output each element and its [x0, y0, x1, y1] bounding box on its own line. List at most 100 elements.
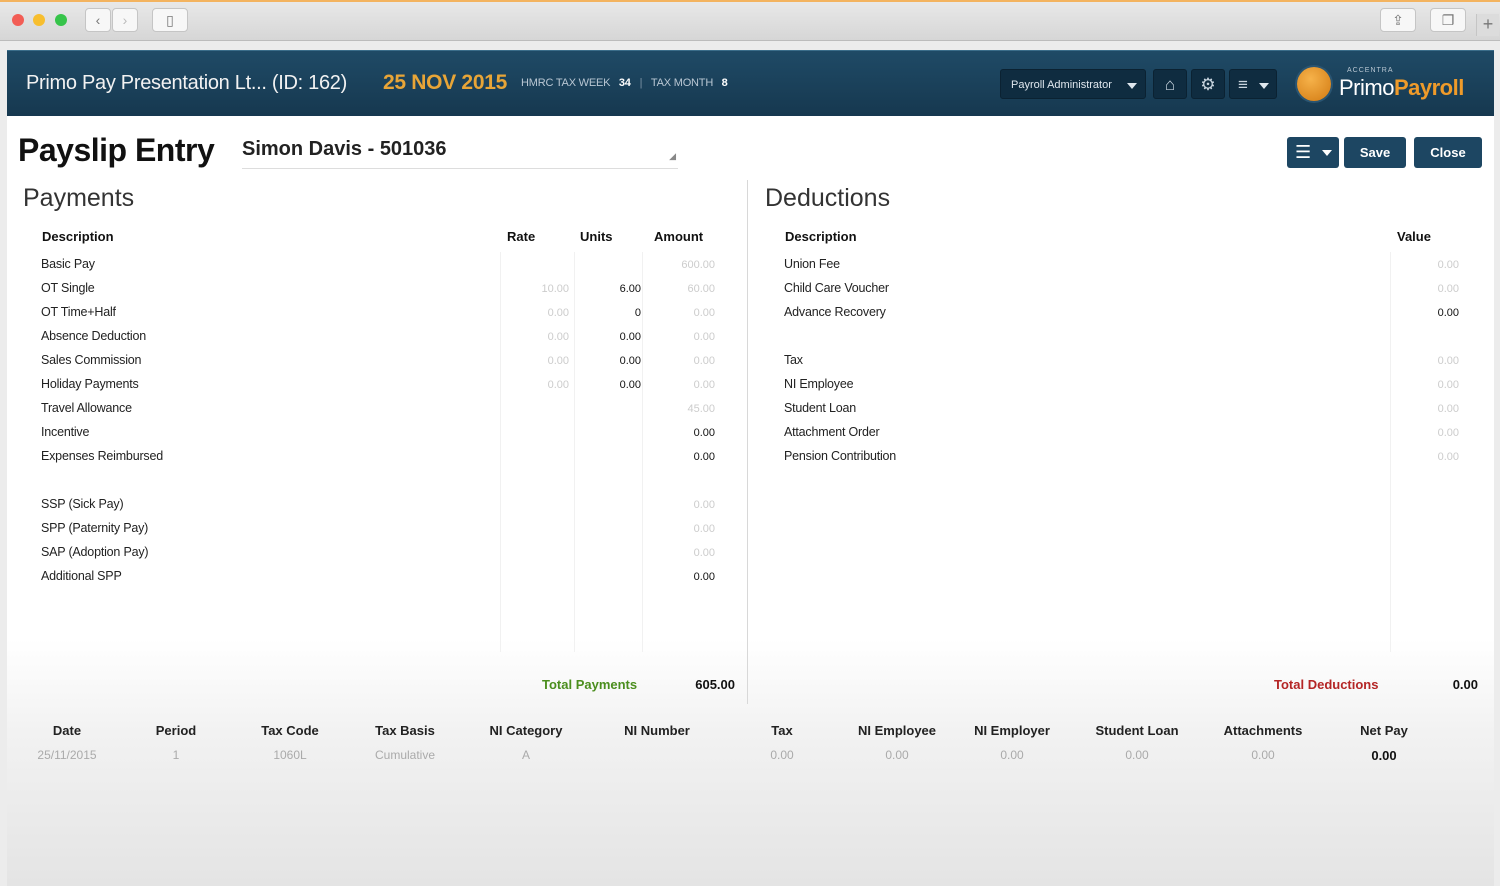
deduction-value-field[interactable]: 0.00: [1399, 355, 1459, 367]
summary-col-header: Tax Code: [261, 723, 319, 738]
logo-tagline: ACCENTRA: [1347, 67, 1394, 74]
hamburger-icon: ☰: [1295, 142, 1312, 162]
payment-description: Sales Commission: [41, 353, 142, 367]
deduction-description: Student Loan: [784, 401, 856, 415]
close-button[interactable]: Close: [1414, 137, 1482, 168]
total-payments-label: Total Payments: [542, 677, 638, 692]
payment-amount-field[interactable]: 0.00: [655, 427, 715, 439]
company-name: Primo Pay Presentation Lt... (ID: 162): [26, 72, 347, 94]
payments-heading: Payments: [23, 184, 135, 212]
logo-word-primo: Primo: [1339, 75, 1394, 100]
logo-wordmark: PrimoPayroll: [1339, 75, 1464, 101]
payment-units-field[interactable]: 0.00: [581, 331, 641, 343]
zoom-window-button[interactable]: [55, 14, 67, 26]
payments-col-amount: Amount: [654, 229, 704, 244]
logo-mark-icon: [1297, 67, 1331, 101]
payment-description: Additional SPP: [41, 569, 122, 583]
summary-col-header: Attachments: [1223, 723, 1303, 738]
payment-amount-field[interactable]: 0.00: [655, 379, 715, 391]
payment-units-field[interactable]: 0.00: [581, 379, 641, 391]
column-divider: [1390, 252, 1391, 652]
separator: |: [639, 77, 643, 89]
save-button[interactable]: Save: [1344, 137, 1406, 168]
deduction-value-field[interactable]: 0.00: [1399, 427, 1459, 439]
deduction-value-field[interactable]: 0.00: [1399, 379, 1459, 391]
payment-amount-field[interactable]: 60.00: [655, 283, 715, 295]
logo-word-payroll: Payroll: [1393, 75, 1464, 100]
summary-col-header: Student Loan: [1095, 723, 1179, 738]
payment-units-field[interactable]: 0: [581, 307, 641, 319]
summary-col-header: Period: [155, 723, 197, 738]
deduction-value-field[interactable]: 0.00: [1399, 403, 1459, 415]
column-divider: [642, 252, 643, 652]
payment-amount-field[interactable]: 0.00: [655, 547, 715, 559]
summary-col-header: Tax: [771, 723, 793, 738]
deduction-value-field[interactable]: 0.00: [1399, 307, 1459, 319]
hmrc-week-value: 34: [618, 77, 631, 89]
summary-value: 1: [172, 748, 180, 762]
summary-col-header: Tax Basis: [375, 723, 435, 738]
payment-description: SPP (Paternity Pay): [41, 521, 149, 535]
payment-rate-field[interactable]: 0.00: [509, 355, 569, 367]
show-tabs-button[interactable]: ❐: [1430, 8, 1466, 32]
payment-amount-field[interactable]: 0.00: [655, 571, 715, 583]
payment-rate-field[interactable]: 0.00: [509, 331, 569, 343]
main-menu-button[interactable]: ≡: [1229, 69, 1277, 99]
payment-amount-field[interactable]: 0.00: [655, 355, 715, 367]
payslip-entry-page: Payslip Entry Simon Davis - 501036 ◢ ☰ S…: [7, 116, 1494, 886]
employee-selector[interactable]: Simon Davis - 501036 ◢: [242, 138, 678, 169]
sidebar-toggle-button[interactable]: ▯: [152, 8, 188, 32]
resize-grip-icon: ◢: [669, 151, 676, 161]
actions-menu-button[interactable]: ☰: [1287, 137, 1339, 168]
deduction-value-field[interactable]: 0.00: [1399, 259, 1459, 271]
payment-amount-field[interactable]: 0.00: [655, 307, 715, 319]
summary-value: 0.00: [1371, 748, 1397, 763]
close-window-button[interactable]: [12, 14, 24, 26]
window-top-edge: [0, 0, 1500, 2]
summary-value: 0.00: [885, 748, 909, 762]
deduction-value-field[interactable]: 0.00: [1399, 451, 1459, 463]
payment-amount-field[interactable]: 0.00: [655, 451, 715, 463]
payment-amount-field[interactable]: 45.00: [655, 403, 715, 415]
column-divider: [574, 252, 575, 652]
payments-col-units: Units: [580, 229, 613, 244]
summary-value: 0.00: [1251, 748, 1275, 762]
share-button[interactable]: ⇪: [1380, 8, 1416, 32]
back-button[interactable]: ‹: [85, 8, 111, 32]
payment-description: Holiday Payments: [41, 377, 139, 391]
payment-description: Basic Pay: [41, 257, 95, 271]
home-icon: ⌂: [1164, 75, 1176, 94]
payments-col-rate: Rate: [507, 229, 536, 244]
payment-description: SAP (Adoption Pay): [41, 545, 149, 559]
summary-value: Cumulative: [374, 748, 436, 762]
home-button[interactable]: ⌂: [1153, 69, 1187, 99]
new-tab-button[interactable]: +: [1476, 14, 1499, 36]
chevron-down-icon: [1322, 150, 1332, 156]
payment-amount-field[interactable]: 0.00: [655, 523, 715, 535]
deduction-description: Pension Contribution: [784, 449, 897, 463]
payments-col-description: Description: [42, 229, 114, 244]
summary-value: 0.00: [770, 748, 794, 762]
total-deductions-value: 0.00: [1452, 677, 1478, 692]
tax-month-value: 8: [721, 77, 728, 89]
payment-units-field[interactable]: 0.00: [581, 355, 641, 367]
forward-button[interactable]: ›: [112, 8, 138, 32]
summary-value: 1060L: [273, 748, 307, 762]
plus-icon: +: [1482, 14, 1494, 34]
minimize-window-button[interactable]: [33, 14, 45, 26]
payment-units-field[interactable]: 6.00: [581, 283, 641, 295]
payment-amount-field[interactable]: 600.00: [655, 259, 715, 271]
payment-rate-field[interactable]: 10.00: [509, 283, 569, 295]
deduction-value-field[interactable]: 0.00: [1399, 283, 1459, 295]
browser-toolbar: ‹ › ▯ ⇪ ❐ +: [0, 0, 1500, 41]
payment-description: SSP (Sick Pay): [41, 497, 124, 511]
tax-period-info: HMRC TAX WEEK 34 | TAX MONTH 8: [521, 77, 728, 89]
summary-value: 25/11/2015: [37, 748, 97, 762]
payment-amount-field[interactable]: 0.00: [655, 499, 715, 511]
summary-col-header: Date: [52, 723, 82, 738]
user-role-dropdown[interactable]: Payroll Administrator: [1000, 69, 1146, 99]
payment-rate-field[interactable]: 0.00: [509, 379, 569, 391]
settings-button[interactable]: ⚙: [1191, 69, 1225, 99]
payment-amount-field[interactable]: 0.00: [655, 331, 715, 343]
payment-rate-field[interactable]: 0.00: [509, 307, 569, 319]
